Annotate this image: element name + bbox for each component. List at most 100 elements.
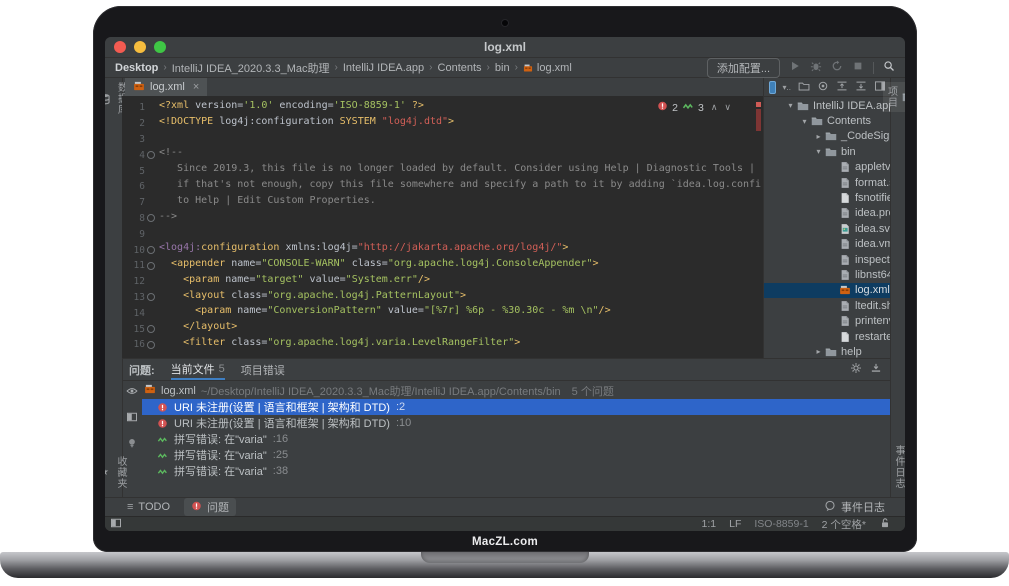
tree-item-format-s[interactable]: format.s <box>764 175 891 190</box>
tool-window-toggle-icon[interactable] <box>110 517 122 532</box>
editor-tab-logxml[interactable]: log.xml × <box>125 78 207 96</box>
problem-row[interactable]: URI 未注册(设置 | 语言和框架 | 架构和 DTD):10 <box>142 415 890 431</box>
problem-row[interactable]: 拼写错误: 在"varia":25 <box>142 447 890 463</box>
tree-item-bin[interactable]: ▾bin <box>764 144 891 159</box>
open-folder-icon[interactable] <box>798 80 810 95</box>
hide-panel-icon[interactable] <box>870 362 882 377</box>
chevron-right-icon[interactable]: ▸ <box>812 132 825 141</box>
indent-setting[interactable]: 2 个空格* <box>822 517 866 532</box>
line-number[interactable]: 8 <box>125 213 145 224</box>
code-line[interactable]: <!-- <box>156 147 763 163</box>
line-number[interactable]: 15 <box>125 324 145 335</box>
tree-item-idea-vm[interactable]: idea.vm <box>764 237 891 252</box>
line-number[interactable]: 13 <box>125 292 145 303</box>
fold-marker-icon[interactable] <box>145 293 156 301</box>
line-number[interactable]: 16 <box>125 339 145 350</box>
lock-icon[interactable] <box>879 517 891 532</box>
line-number[interactable]: 3 <box>125 134 145 145</box>
run-with-coverage-button[interactable] <box>831 60 843 75</box>
code-line[interactable]: <param name="target" value="System.err"/… <box>156 274 763 290</box>
line-number[interactable]: 11 <box>125 260 145 271</box>
tree-item-log-xml[interactable]: log.xml <box>764 283 891 298</box>
caret-position[interactable]: 1:1 <box>702 518 717 530</box>
problems-button[interactable]: 问题 <box>184 498 236 516</box>
tree-item-appletv[interactable]: appletv <box>764 160 891 175</box>
line-number[interactable]: 5 <box>125 166 145 177</box>
fold-marker-icon[interactable] <box>145 214 156 222</box>
fold-marker-icon[interactable] <box>145 262 156 270</box>
line-number[interactable]: 10 <box>125 245 145 256</box>
tree-item-ltedit-sh[interactable]: ltedit.sh <box>764 298 891 313</box>
event-log-button[interactable]: 事件日志 <box>824 499 885 515</box>
run-button[interactable] <box>789 60 801 75</box>
code-line[interactable]: <filter class="org.apache.log4j.varia.Le… <box>156 337 763 353</box>
code-line[interactable]: Since 2019.3, this file is no longer loa… <box>156 163 763 179</box>
breadcrumb-item[interactable]: Desktop <box>115 62 158 74</box>
line-number[interactable]: 9 <box>125 229 145 240</box>
line-ending[interactable]: LF <box>729 518 741 530</box>
code-line[interactable]: <param name="ConversionPattern" value="[… <box>156 305 763 321</box>
line-number[interactable]: 6 <box>125 181 145 192</box>
tree-item-contents[interactable]: ▾Contents <box>764 113 891 128</box>
code-line[interactable] <box>156 226 763 242</box>
code-line[interactable]: to Help | Edit Custom Properties. <box>156 195 763 211</box>
tree-item-fsnotifie[interactable]: fsnotifie <box>764 190 891 205</box>
problem-row[interactable]: 拼写错误: 在"varia":16 <box>142 431 890 447</box>
tree-item-idea-svg[interactable]: idea.svg <box>764 221 891 236</box>
tree-item-idea-pro[interactable]: idea.pro <box>764 206 891 221</box>
line-number[interactable]: 1 <box>125 102 145 113</box>
tree-item-libnst64[interactable]: libnst64 <box>764 267 891 282</box>
line-number[interactable]: 2 <box>125 118 145 129</box>
chevron-down-icon[interactable]: ▾ <box>798 117 811 126</box>
gear-icon[interactable] <box>850 362 862 377</box>
tree-item-restarte[interactable]: restarte <box>764 329 891 344</box>
breadcrumb-item[interactable]: bin <box>495 62 510 74</box>
problems-file-row[interactable]: log.xml ~/Desktop/IntelliJ IDEA_2020.3.3… <box>142 382 890 399</box>
line-number[interactable]: 7 <box>125 197 145 208</box>
prev-problem-icon[interactable]: ∧ <box>711 102 718 113</box>
code-editor[interactable]: 12345678910111213141516 <?xml version='1… <box>122 96 763 358</box>
problem-row[interactable]: 拼写错误: 在"varia":38 <box>142 463 890 479</box>
close-tab-icon[interactable]: × <box>193 81 199 93</box>
tree-item-help[interactable]: ▸help <box>764 344 891 358</box>
breadcrumb-item[interactable]: Contents <box>438 62 482 74</box>
breadcrumb-item[interactable]: IntelliJ IDEA.app <box>343 62 424 74</box>
error-stripe-thumb[interactable] <box>756 109 761 131</box>
stop-button[interactable] <box>852 60 864 75</box>
tree-item-printenv[interactable]: printenv <box>764 313 891 328</box>
file-encoding[interactable]: ISO-8859-1 <box>754 518 808 530</box>
tree-item-intellij-idea-app[interactable]: ▾IntelliJ IDEA.app <box>764 98 891 113</box>
editor-gutter[interactable]: 12345678910111213141516 <box>122 100 156 353</box>
line-number[interactable]: 4 <box>125 150 145 161</box>
locate-file-icon[interactable] <box>817 80 829 95</box>
code-line[interactable]: <appender name="CONSOLE-WARN" class="org… <box>156 258 763 274</box>
line-number[interactable]: 12 <box>125 276 145 287</box>
problem-row[interactable]: URI 未注册(设置 | 语言和框架 | 架构和 DTD):2 <box>142 399 890 415</box>
debug-button[interactable] <box>810 60 822 75</box>
code-line[interactable]: if that's not enough, copy this file som… <box>156 179 763 195</box>
code-line[interactable]: <log4j:configuration xmlns:log4j="http:/… <box>156 242 763 258</box>
code-line[interactable]: <layout class="org.apache.log4j.PatternL… <box>156 290 763 306</box>
tree-item-inspect[interactable]: inspect <box>764 252 891 267</box>
line-number[interactable]: 14 <box>125 308 145 319</box>
search-everywhere-button[interactable] <box>883 60 895 75</box>
breadcrumb-item[interactable]: IntelliJ IDEA_2020.3.3_Mac助理 <box>172 60 330 76</box>
chevron-down-icon[interactable]: ▾ <box>784 101 797 110</box>
fold-marker-icon[interactable] <box>145 341 156 349</box>
tab-current-file[interactable]: 当前文件 5 <box>171 359 225 380</box>
chevron-down-icon[interactable]: ▾ <box>812 147 825 156</box>
add-configuration-button[interactable]: 添加配置... <box>707 58 780 78</box>
breadcrumb-item[interactable]: log.xml <box>537 62 572 74</box>
code-area[interactable]: <?xml version='1.0' encoding='ISO-8859-1… <box>156 100 763 353</box>
code-line[interactable]: --> <box>156 211 763 227</box>
fold-marker-icon[interactable] <box>145 151 156 159</box>
tab-project-errors[interactable]: 项目错误 <box>241 359 285 380</box>
todo-button[interactable]: ≡ TODO <box>127 501 170 513</box>
expand-all-icon[interactable] <box>855 80 867 95</box>
fold-marker-icon[interactable] <box>145 246 156 254</box>
inspection-widget[interactable]: 2 3 ∧ ∨ <box>657 100 731 115</box>
code-line[interactable]: </layout> <box>156 321 763 337</box>
sidebar-tab-eventlog[interactable]: 事件日志 <box>891 445 905 489</box>
code-line[interactable]: <!DOCTYPE log4j:configuration SYSTEM "lo… <box>156 116 763 132</box>
project-view-selector[interactable] <box>769 81 776 94</box>
